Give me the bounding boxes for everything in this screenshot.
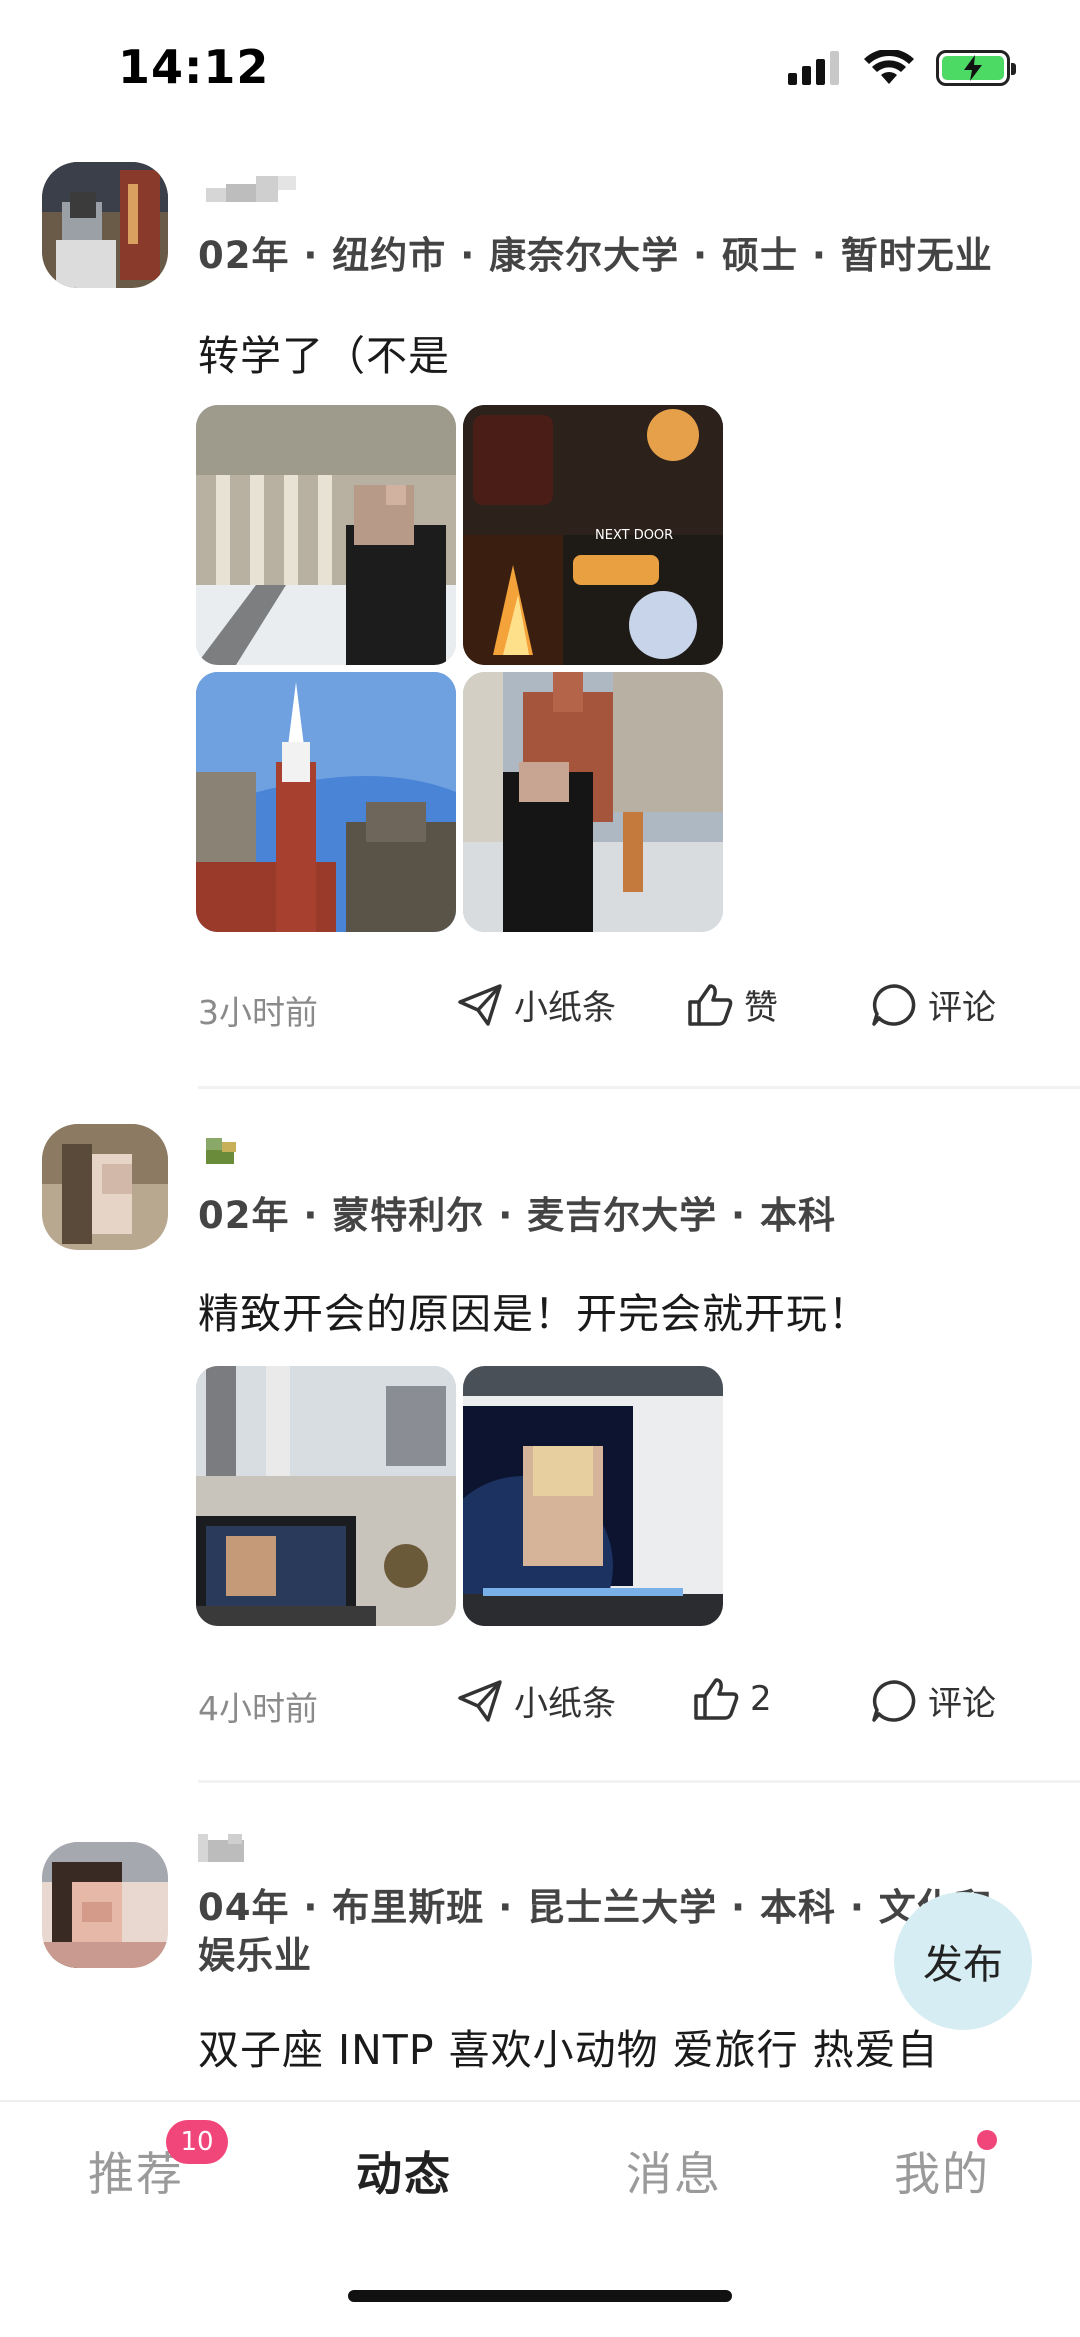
avatar[interactable] xyxy=(42,162,168,288)
unread-dot xyxy=(977,2130,997,2150)
comment-bubble-icon xyxy=(872,1679,916,1722)
note-button[interactable]: 小纸条 xyxy=(456,1676,616,1725)
cellular-signal-icon xyxy=(788,51,839,85)
like-button[interactable]: 2 xyxy=(692,1676,772,1722)
notification-badge: 10 xyxy=(166,2120,228,2164)
tab-me[interactable]: 我的 xyxy=(894,2138,990,2204)
like-label: 赞 xyxy=(744,988,778,1028)
comment-bubble-icon xyxy=(872,983,916,1026)
thumbs-up-icon xyxy=(688,983,733,1026)
comment-label: 评论 xyxy=(928,988,996,1028)
status-icons xyxy=(788,50,1016,86)
wifi-icon xyxy=(864,50,914,84)
post-content: 转学了（不是 xyxy=(198,332,450,380)
avatar[interactable] xyxy=(42,1842,168,1968)
photo-thumbnail[interactable] xyxy=(196,1366,456,1626)
post-time: 4小时前 xyxy=(198,1689,318,1728)
status-bar: 14:12 xyxy=(0,0,1080,140)
thumbs-up-icon xyxy=(694,1678,739,1720)
photo-overlay-text: NEXT DOOR xyxy=(595,528,673,543)
like-count: 2 xyxy=(750,1679,772,1719)
photo-thumbnail[interactable] xyxy=(196,672,456,932)
paper-plane-icon xyxy=(458,983,502,1026)
note-button[interactable]: 小纸条 xyxy=(456,980,616,1029)
tab-feed[interactable]: 动态 xyxy=(356,2138,452,2204)
photo-grid xyxy=(196,1366,723,1626)
username-blurred xyxy=(206,1138,236,1164)
post-meta: 02年 · 蒙特利尔 · 麦吉尔大学 · 本科 xyxy=(198,1194,836,1237)
username-blurred xyxy=(198,1834,244,1862)
comment-button[interactable]: 评论 xyxy=(870,1676,996,1725)
photo-thumbnail[interactable] xyxy=(196,405,456,665)
comment-label: 评论 xyxy=(928,1684,996,1724)
status-time: 14:12 xyxy=(118,40,270,94)
username-blurred xyxy=(206,176,296,202)
post-actions: 3小时前 小纸条 赞 评论 xyxy=(0,976,1080,1036)
photo-thumbnail[interactable] xyxy=(463,672,723,932)
post-time: 3小时前 xyxy=(198,993,318,1032)
post-meta: 02年 · 纽约市 · 康奈尔大学 · 硕士 · 暂时无业 xyxy=(198,234,993,277)
divider xyxy=(198,1780,1080,1783)
note-label: 小纸条 xyxy=(514,988,616,1028)
photo-thumbnail[interactable]: NEXT DOOR xyxy=(463,405,723,665)
post-actions: 4小时前 小纸条 2 评论 xyxy=(0,1672,1080,1732)
avatar[interactable] xyxy=(42,1124,168,1250)
photo-thumbnail[interactable] xyxy=(463,1366,723,1626)
home-indicator[interactable] xyxy=(348,2290,732,2302)
photo-grid: NEXT DOOR xyxy=(196,405,723,932)
comment-button[interactable]: 评论 xyxy=(870,980,996,1029)
publish-button[interactable]: 发布 xyxy=(894,1892,1032,2030)
tab-messages[interactable]: 消息 xyxy=(626,2138,722,2204)
divider xyxy=(198,1086,1080,1089)
post-content: 双子座 INTP 喜欢小动物 爱旅行 热爱自 xyxy=(198,2026,939,2074)
battery-icon xyxy=(936,50,1016,86)
post-content: 精致开会的原因是！开完会就开玩！ xyxy=(198,1290,870,1338)
paper-plane-icon xyxy=(458,1679,502,1722)
like-button[interactable]: 赞 xyxy=(686,980,778,1029)
note-label: 小纸条 xyxy=(514,1684,616,1724)
